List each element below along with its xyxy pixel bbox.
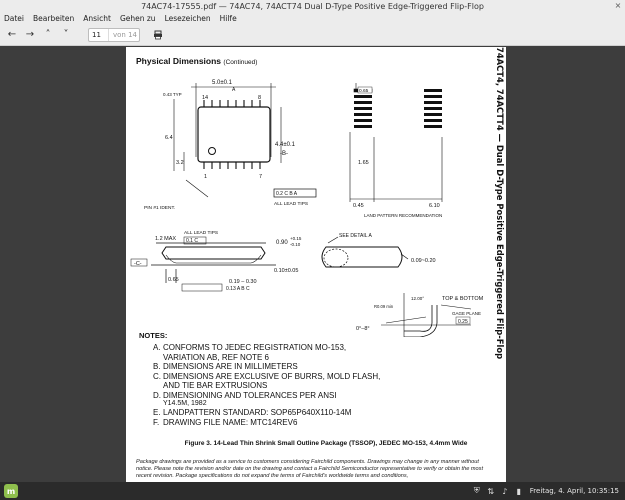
side-title-strip: 74ACT4, 74ACTT4 — Dual D-Type Positive E… [492, 47, 506, 482]
chevron-up-icon[interactable]: ˄ [40, 27, 56, 43]
note-letter: F. [153, 417, 160, 427]
clock[interactable]: Freitag, 4. April, 10:35:15 [530, 487, 619, 495]
disclaimer-text: Package drawings are provided as a servi… [136, 459, 484, 480]
menu-bearbeiten[interactable]: Bearbeiten [33, 14, 74, 23]
note-text: DIMENSIONS ARE IN MILLIMETERS [163, 362, 298, 371]
note-text: CONFORMS TO JEDEC REGISTRATION MO-153, V… [163, 343, 347, 362]
tol-box-1: 0.2 C B A [276, 191, 298, 197]
notes-block: NOTES: A. CONFORMS TO JEDEC REGISTRATION … [139, 331, 380, 427]
note-item: E. LANDPATTERN STANDARD: SOP65P640X110-14… [139, 408, 380, 418]
note-text: DRAWING FILE NAME: MTC14REV6 [163, 417, 298, 427]
see-detail-a: SEE DETAIL A [339, 233, 372, 239]
dim-angle-tol-p: +0.15 [290, 236, 302, 241]
pin1-ident: PIN #1 IDENT. [144, 205, 175, 211]
datum-a: A [232, 87, 236, 93]
note-subtext: Y14.5M, 1982 [163, 400, 207, 407]
datum-c: -C- [134, 261, 142, 267]
note-item: F. DRAWING FILE NAME: MTC14REV6 [139, 418, 380, 428]
top-view-labels: 5.0±0.1 0.43 TYP 14 8 1 7 6.4 3.2 4.4±0.… [144, 80, 308, 211]
document-viewer[interactable]: Physical Dimensions (Continued) 5.0±0.1 … [0, 47, 625, 482]
end-view [321, 236, 409, 268]
dim-left-3-2: 3.2 [176, 160, 184, 166]
side-view-labels: 1.2 MAX ALL LEAD TIPS 0.1 C 0.90 +0.15 -… [130, 230, 302, 292]
note-text: DIMENSIONS ARE EXCLUSIVE OF BURRS, MOLD … [163, 371, 381, 391]
back-arrow-icon[interactable]: ← [4, 27, 20, 43]
menu-lesezeichen[interactable]: Lesezeichen [165, 14, 211, 23]
note-letter: C. [153, 371, 161, 381]
close-icon[interactable]: × [614, 2, 622, 10]
dim-angle-tol-m: -0.10 [290, 242, 301, 247]
note-letter: A. [153, 343, 161, 352]
dim-left-6-4: 6.4 [165, 135, 173, 141]
dim-0-10: 0.10±0.05 [274, 268, 298, 274]
dim-1-2-max: 1.2 MAX [155, 236, 176, 242]
dim-0-09-0-20: 0.09~0.20 [411, 258, 436, 264]
window-title: 74AC74-17555.pdf — 74AC74, 74ACT74 Dual … [141, 1, 484, 11]
dim-typ: 0.43 TYP [163, 92, 182, 97]
pin-1-label: 1 [204, 174, 207, 180]
note-letter: E. [153, 408, 161, 417]
datum-b: -B- [280, 151, 288, 157]
top-view [173, 83, 317, 198]
figure-caption: Figure 3. 14-Lead Thin Shrink Small Outl… [184, 440, 468, 447]
volume-icon[interactable]: ♪ [500, 486, 510, 496]
note-letter: B. [153, 362, 161, 371]
menu-logo-icon[interactable]: m [4, 484, 18, 498]
lp-065: 0.65 [359, 88, 369, 94]
shield-icon[interactable]: ⛨ [472, 486, 482, 496]
gage-plane-label: GAGE PLANE [452, 311, 481, 316]
network-icon[interactable]: ⇅ [486, 486, 496, 496]
note-item: D. DIMENSIONING AND TOLERANCES PER ANSI Y1… [139, 391, 380, 409]
lp-045: 0.45 [353, 203, 364, 209]
side-title: 74ACT4, 74ACTT4 — Dual D-Type Positive E… [495, 47, 505, 360]
system-tray: ⛨ ⇅ ♪ ▮ Freitag, 4. April, 10:35:15 [472, 482, 625, 500]
note-text: LANDPATTERN STANDARD: SOP65P640X110-14M [163, 408, 352, 417]
land-pattern-labels: 0.65 1.65 0.45 6.10 LAND PATTERN RECOMME… [353, 86, 442, 218]
menu-gehen-zu[interactable]: Gehen zu [120, 14, 156, 23]
dim-0-65: 0.65 [168, 277, 179, 283]
notes-heading: NOTES: [139, 331, 168, 340]
note-item: B. DIMENSIONS ARE IN MILLIMETERS [139, 362, 380, 372]
land-pattern [349, 83, 443, 202]
lp-610: 6.10 [429, 203, 440, 209]
note-letter: D. [153, 390, 161, 400]
package-drawing: 5.0±0.1 0.43 TYP 14 8 1 7 6.4 3.2 4.4±0.… [130, 80, 484, 337]
pdf-page: Physical Dimensions (Continued) 5.0±0.1 … [126, 47, 506, 482]
pin-14-label: 14 [202, 95, 208, 101]
menu-bar: Datei Bearbeiten Ansicht Gehen zu Leseze… [0, 12, 625, 24]
menu-hilfe[interactable]: Hilfe [220, 14, 237, 23]
window-titlebar: 74AC74-17555.pdf — 74AC74, 74ACT74 Dual … [0, 0, 625, 12]
pin-7-label: 7 [259, 174, 262, 180]
all-lead-tips-1: ALL LEAD TIPS [274, 201, 308, 207]
taskbar: m ⛨ ⇅ ♪ ▮ Freitag, 4. April, 10:35:15 [0, 482, 625, 500]
dim-body-width: 4.4±0.1 [275, 142, 296, 148]
battery-icon[interactable]: ▮ [514, 486, 524, 496]
print-icon[interactable] [150, 27, 166, 43]
dim-r-top: 12.00° [411, 296, 424, 301]
note-item: C. DIMENSIONS ARE EXCLUSIVE OF BURRS, MOL… [139, 372, 380, 391]
page-number-input[interactable]: 11 [89, 28, 109, 41]
dim-top-width: 5.0±0.1 [212, 80, 233, 86]
note-text: DIMENSIONING AND TOLERANCES PER ANSI [163, 390, 337, 400]
lp-165: 1.65 [358, 160, 369, 166]
toolbar: ← → ˄ ˅ 11 von 14 [0, 24, 625, 46]
note-item: A. CONFORMS TO JEDEC REGISTRATION MO-153,… [139, 343, 380, 362]
lp-label: LAND PATTERN RECOMMENDATION [364, 213, 442, 218]
pin-8-label: 8 [258, 95, 261, 101]
tol-0-13: 0.13 A B C [226, 286, 250, 292]
menu-ansicht[interactable]: Ansicht [83, 14, 111, 23]
r009min-label: R0.09 min [374, 304, 394, 309]
forward-arrow-icon[interactable]: → [22, 27, 38, 43]
end-view-labels: SEE DETAIL A 0.09~0.20 [339, 233, 436, 264]
menu-datei[interactable]: Datei [4, 14, 24, 23]
top-bottom-label: TOP & BOTTOM [442, 296, 484, 302]
dim-0-25: 0.25 [458, 319, 468, 325]
dim-0-19: 0.19 – 0.30 [229, 279, 257, 285]
dim-angle: 0.90 [276, 240, 288, 246]
chevron-down-icon[interactable]: ˅ [58, 27, 74, 43]
all-lead-tips-2: ALL LEAD TIPS [184, 230, 218, 236]
page-navigator: 11 von 14 [88, 27, 140, 42]
page-total-label: von 14 [113, 30, 137, 39]
tol-01-c: 0.1 C [186, 238, 198, 244]
